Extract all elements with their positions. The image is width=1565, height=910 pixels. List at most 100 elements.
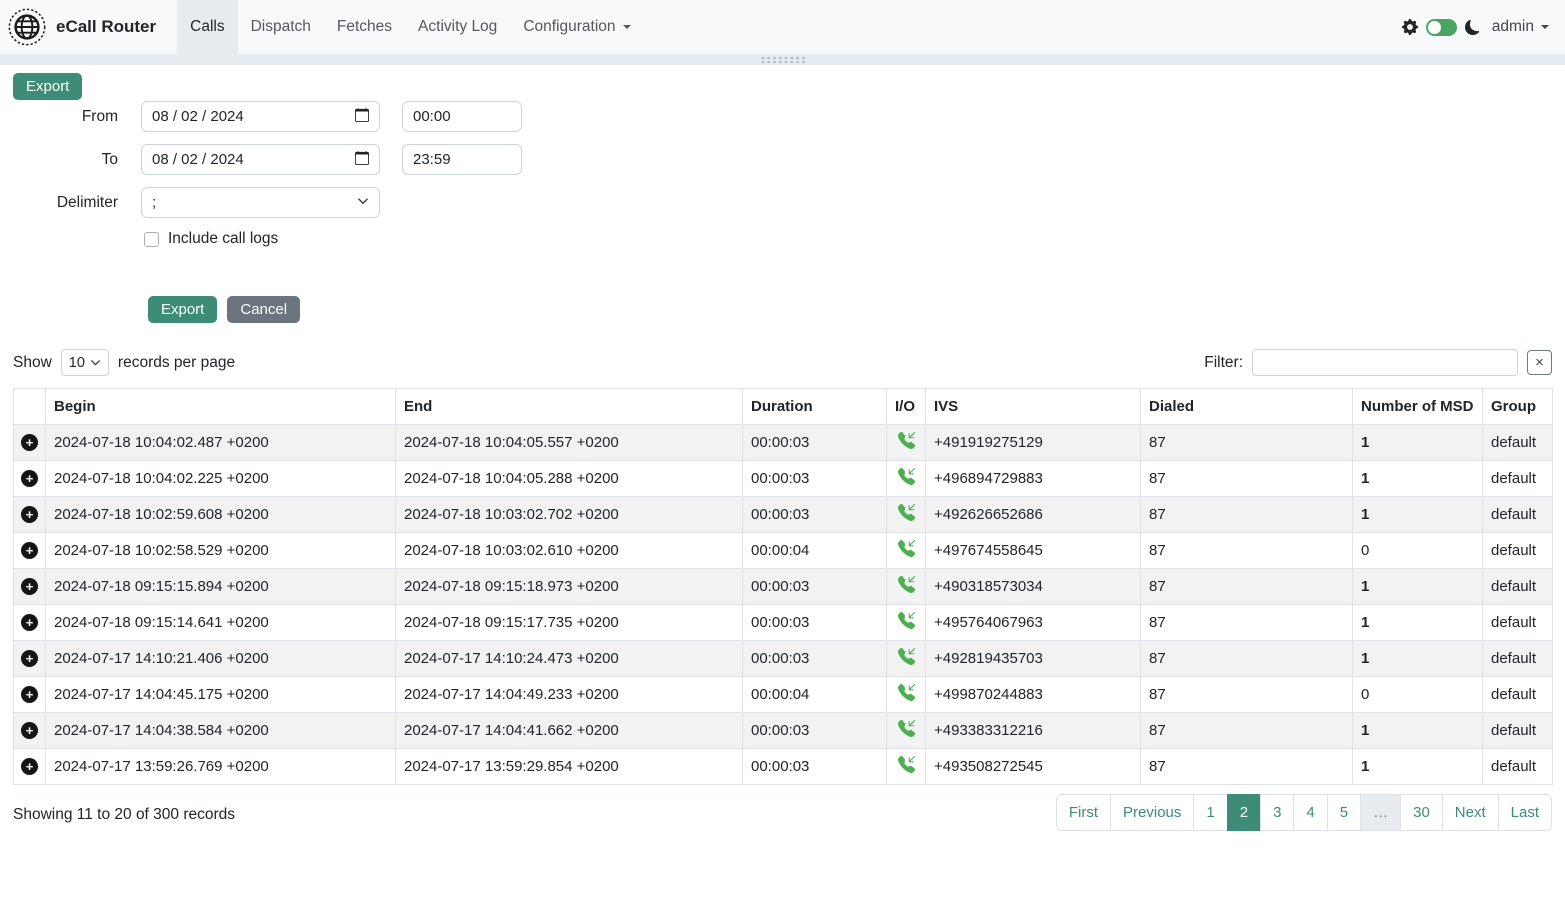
cell-io [887,677,926,713]
to-time-input[interactable] [402,144,522,175]
cell-end: 2024-07-18 10:03:02.702 +0200 [396,497,743,533]
telephone-inbound-icon [898,652,915,669]
user-menu[interactable]: admin [1492,18,1549,36]
col-ivs[interactable]: IVS [926,389,1141,425]
nav-item-fetches[interactable]: Fetches [324,0,405,54]
filter-input[interactable] [1252,349,1518,376]
table-row: + 2024-07-17 14:10:21.406 +0200 2024-07-… [14,641,1553,677]
col-begin[interactable]: Begin [46,389,396,425]
cell-ivs: +490318573034 [926,569,1141,605]
expand-row-button[interactable]: + [21,722,38,739]
gear-icon[interactable] [1402,19,1418,35]
pagination-item-last[interactable]: Last [1498,794,1552,831]
cell-dialed: 87 [1141,425,1353,461]
table-row: + 2024-07-18 10:04:02.225 +0200 2024-07-… [14,461,1553,497]
expand-row-button[interactable]: + [21,434,38,451]
cell-end: 2024-07-18 10:04:05.288 +0200 [396,461,743,497]
cell-begin: 2024-07-17 13:59:26.769 +0200 [46,749,396,785]
cell-ivs: +492626652686 [926,497,1141,533]
pagination-item-3[interactable]: 3 [1260,794,1294,831]
col-number-of-msd[interactable]: Number of MSD [1353,389,1483,425]
panel-resize-grip[interactable] [0,54,1565,65]
cell-number-of-msd: 0 [1353,677,1483,713]
nav-item-dispatch[interactable]: Dispatch [238,0,324,54]
nav-item-label: Configuration [523,18,615,36]
from-time-input[interactable] [402,101,522,132]
table-row: + 2024-07-18 10:02:59.608 +0200 2024-07-… [14,497,1553,533]
export-toggle-button[interactable]: Export [13,73,82,100]
col-end[interactable]: End [396,389,743,425]
table-row: + 2024-07-18 09:15:14.641 +0200 2024-07-… [14,605,1553,641]
to-date-input[interactable]: 08 / 02 / 2024 [141,144,380,175]
cell-io [887,569,926,605]
cell-begin: 2024-07-17 14:04:45.175 +0200 [46,677,396,713]
nav-item-activity-log[interactable]: Activity Log [405,0,510,54]
calendar-icon[interactable] [355,108,369,126]
toggle-knob [1428,21,1441,34]
cell-group: default [1483,713,1553,749]
table-row: + 2024-07-17 14:04:38.584 +0200 2024-07-… [14,713,1553,749]
expand-row-button[interactable]: + [21,758,38,775]
cell-duration: 00:00:04 [743,677,887,713]
pagination-item-next[interactable]: Next [1442,794,1499,831]
pagination-item-first[interactable]: First [1056,794,1111,831]
pagination-item-4[interactable]: 4 [1293,794,1327,831]
cell-dialed: 87 [1141,749,1353,785]
pagination-item-1[interactable]: 1 [1193,794,1227,831]
cell-begin: 2024-07-17 14:10:21.406 +0200 [46,641,396,677]
cell-begin: 2024-07-18 10:04:02.487 +0200 [46,425,396,461]
cell-group: default [1483,533,1553,569]
pagination-item-2[interactable]: 2 [1227,794,1261,831]
cell-ivs: +495764067963 [926,605,1141,641]
from-date-input[interactable]: 08 / 02 / 2024 [141,101,380,132]
cell-begin: 2024-07-18 10:02:59.608 +0200 [46,497,396,533]
clear-filter-button[interactable]: × [1527,350,1552,375]
cell-number-of-msd: 1 [1353,425,1483,461]
to-date-value: 08 / 02 / 2024 [152,151,244,168]
cell-duration: 00:00:03 [743,425,887,461]
expand-row-button[interactable]: + [21,470,38,487]
expand-row-button[interactable]: + [21,686,38,703]
show-label: Show [13,354,52,372]
nav-item-configuration[interactable]: Configuration [510,0,643,54]
nav-item-calls[interactable]: Calls [177,0,237,54]
cell-duration: 00:00:04 [743,533,887,569]
pagination-item-previous[interactable]: Previous [1110,794,1194,831]
col-duration[interactable]: Duration [743,389,887,425]
expand-row-button[interactable]: + [21,650,38,667]
filter-label: Filter: [1204,354,1243,372]
telephone-inbound-icon [898,616,915,633]
expand-row-button[interactable]: + [21,578,38,595]
navbar-right: admin [1402,0,1549,54]
table-row: + 2024-07-18 10:02:58.529 +0200 2024-07-… [14,533,1553,569]
cell-number-of-msd: 1 [1353,605,1483,641]
nav-item-label: Fetches [337,18,392,36]
col-io[interactable]: I/O [887,389,926,425]
cell-duration: 00:00:03 [743,461,887,497]
telephone-inbound-icon [898,760,915,777]
pagination-item-5[interactable]: 5 [1327,794,1361,831]
export-submit-button[interactable]: Export [148,296,217,323]
from-date-value: 08 / 02 / 2024 [152,108,244,125]
app-brand[interactable]: eCall Router [56,17,156,37]
col-dialed[interactable]: Dialed [1141,389,1353,425]
cancel-button[interactable]: Cancel [227,296,300,323]
calendar-icon[interactable] [355,151,369,169]
include-call-logs-label[interactable]: Include call logs [168,230,278,248]
expand-row-button[interactable]: + [21,542,38,559]
expand-row-button[interactable]: + [21,506,38,523]
cell-end: 2024-07-17 14:04:41.662 +0200 [396,713,743,749]
col-group[interactable]: Group [1483,389,1553,425]
include-call-logs-checkbox[interactable] [144,232,159,247]
delimiter-select[interactable]: ; [141,187,380,218]
moon-icon[interactable] [1465,20,1480,35]
cell-ivs: +493383312216 [926,713,1141,749]
table-row: + 2024-07-17 14:04:45.175 +0200 2024-07-… [14,677,1553,713]
brand-wrap: eCall Router [8,0,156,54]
to-label: To [13,151,118,169]
dark-mode-toggle[interactable] [1426,19,1457,36]
cell-ivs: +497674558645 [926,533,1141,569]
expand-row-button[interactable]: + [21,614,38,631]
page-size-select[interactable]: 10 [61,349,109,376]
pagination-item-30[interactable]: 30 [1400,794,1443,831]
